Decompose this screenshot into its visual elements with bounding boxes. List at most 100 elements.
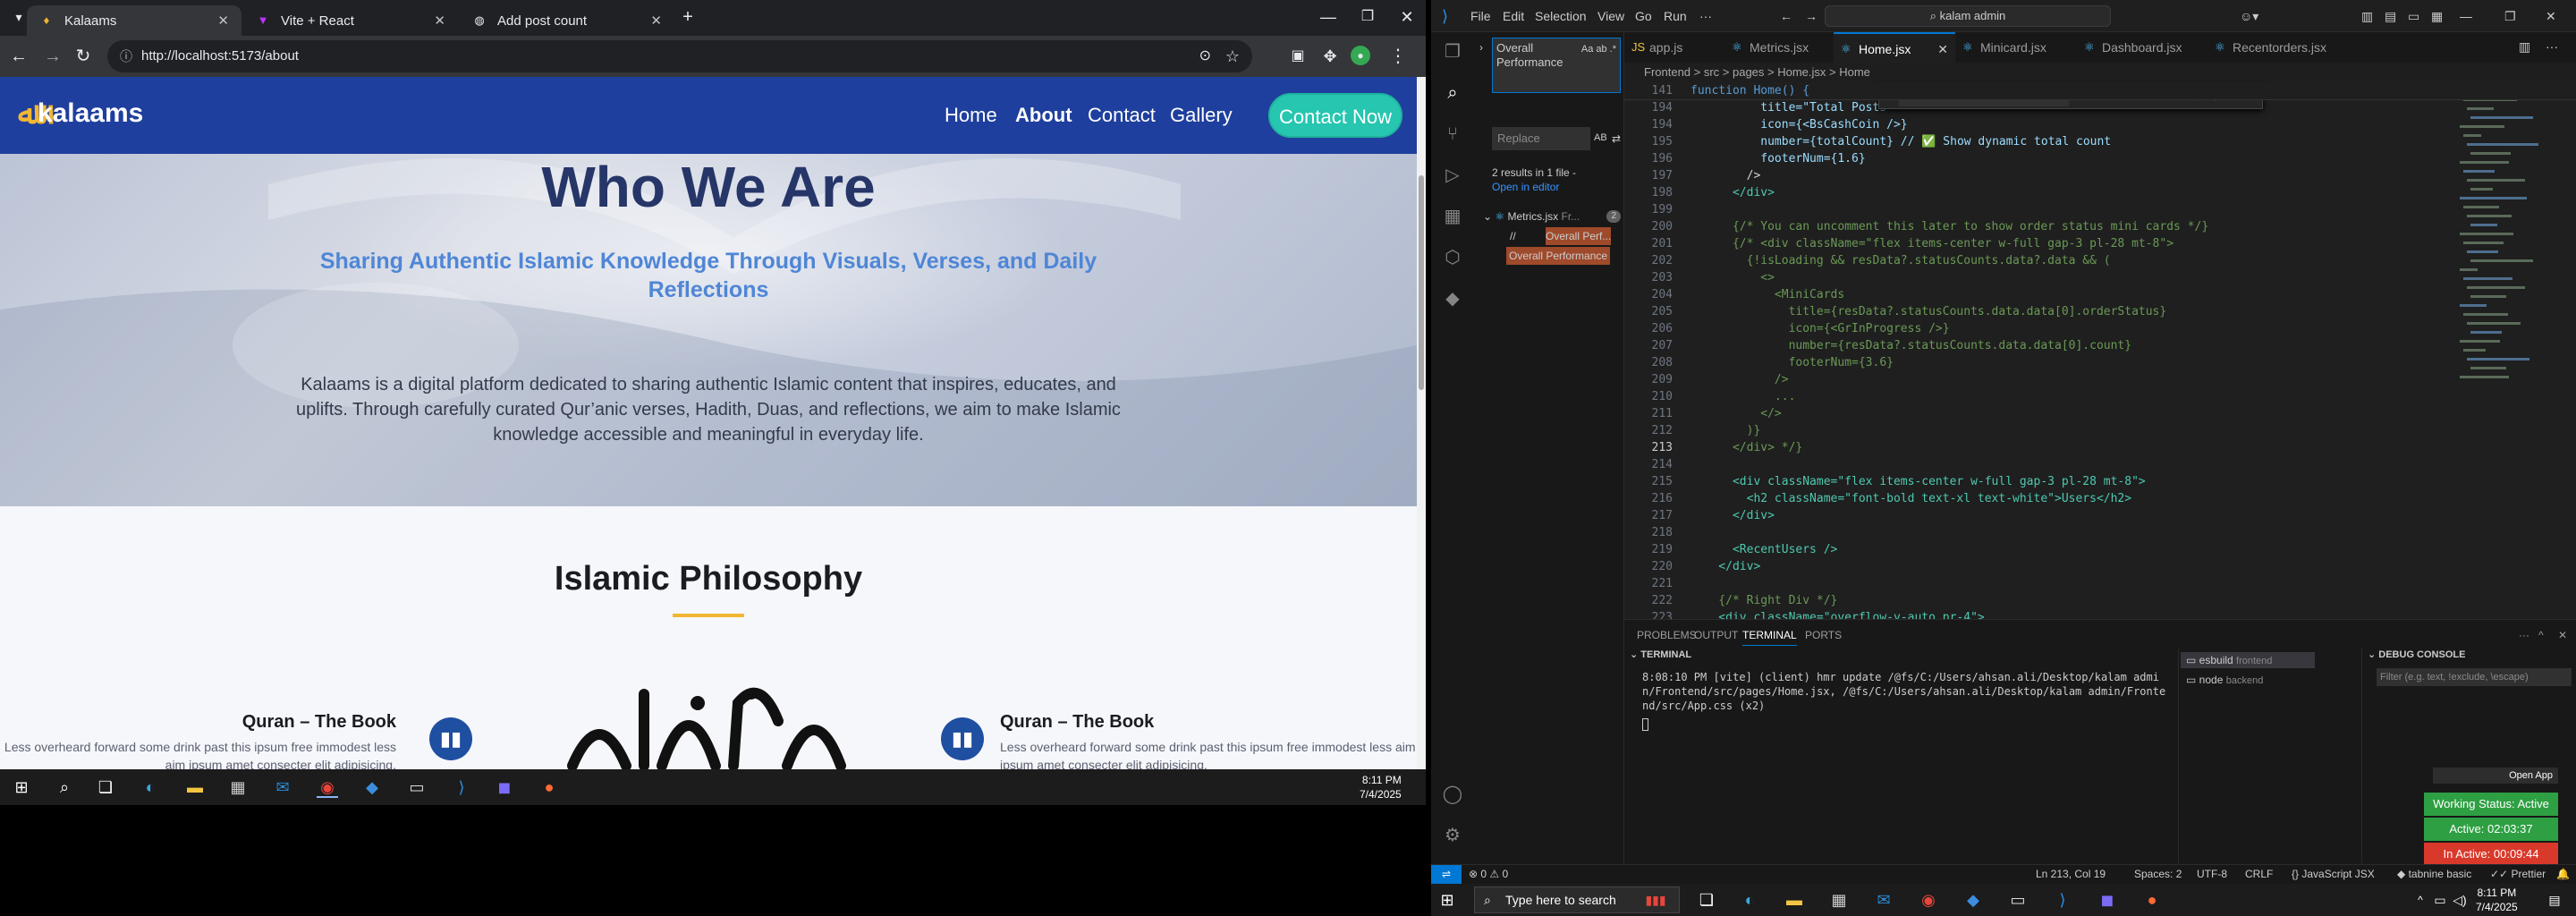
location-icon[interactable]: ⊙ — [1199, 40, 1211, 72]
restore-icon[interactable]: ❐ — [2504, 9, 2516, 24]
nav-forward-icon[interactable]: → — [1805, 9, 1818, 23]
language-mode[interactable]: {} JavaScript JSX — [2292, 865, 2375, 884]
layout-toggle-icon[interactable]: ▥ — [2361, 9, 2373, 24]
zoom-icon[interactable]: ◼ — [494, 776, 515, 798]
vscode-icon[interactable]: ⟩ — [451, 776, 472, 798]
task-view-icon[interactable]: ❏ — [1696, 889, 1717, 911]
split-editor-icon[interactable]: ▥ — [2519, 39, 2530, 55]
more-actions-icon[interactable]: ··· — [2546, 39, 2558, 54]
search-icon[interactable]: ⌕ — [54, 776, 75, 798]
secondary-sidebar-icon[interactable]: ▦ — [2431, 9, 2443, 24]
task-view-icon[interactable]: ❏ — [95, 776, 116, 798]
notification-center-icon[interactable]: ▤ — [2544, 889, 2565, 911]
profile-avatar-icon[interactable]: ● — [1351, 46, 1370, 65]
problems-indicator[interactable]: ⊗ 0 ⚠ 0 — [1469, 865, 1508, 884]
explorer-icon[interactable]: ❐ — [1442, 41, 1463, 63]
forward-icon[interactable]: → — [41, 45, 64, 68]
menu-file[interactable]: File — [1470, 9, 1491, 23]
search-icon[interactable]: ⌕ — [1442, 82, 1463, 104]
maximize-panel-icon[interactable]: ^ — [2538, 629, 2544, 641]
search-input[interactable]: Overall Performance Aa ab .* — [1492, 38, 1621, 93]
close-window-icon[interactable]: ✕ — [2546, 9, 2556, 24]
file-explorer-icon[interactable]: ▬ — [1784, 889, 1805, 911]
open-in-editor-link[interactable]: Open in editor — [1492, 181, 1559, 193]
edge-icon[interactable]: ◐ — [140, 776, 161, 798]
mail-icon[interactable]: ✉ — [1873, 889, 1894, 911]
back-icon[interactable]: ← — [7, 45, 30, 68]
zoom-icon[interactable]: ◼ — [2097, 889, 2118, 911]
tabnine-icon[interactable]: ◆ — [1442, 288, 1463, 310]
extensions-puzzle-icon[interactable]: ✥ — [1318, 45, 1342, 68]
close-tab-icon[interactable]: ✕ — [650, 13, 662, 29]
taskbar-clock[interactable]: 8:11 PM 7/4/2025 — [2476, 886, 2518, 914]
scrollbar-thumb[interactable] — [1419, 175, 1424, 390]
close-tab-icon[interactable]: ✕ — [1937, 34, 1948, 64]
minimize-icon[interactable]: — — [2460, 9, 2472, 23]
cursor-position[interactable]: Ln 213, Col 19 — [2036, 865, 2106, 884]
tab-home-jsx[interactable]: ⚛ Home.jsx ✕ — [1834, 32, 1955, 63]
tab-vite[interactable]: ▼ Vite + React ✕ — [243, 5, 458, 36]
tab-kalaams[interactable]: ♦ Kalaams ✕ — [27, 5, 242, 36]
file-explorer-icon[interactable]: ▬ — [184, 776, 206, 798]
accounts-icon[interactable]: ◯ — [1442, 784, 1463, 805]
preserve-case-toggle[interactable]: AB — [1594, 132, 1607, 143]
extensions-icon[interactable]: ▦ — [1442, 206, 1463, 227]
notifications-bell-icon[interactable]: 🔔 — [2556, 865, 2570, 884]
terminal-icon[interactable]: ▭ — [2007, 889, 2029, 911]
panel-tab-problems[interactable]: PROBLEMS — [1637, 629, 1697, 641]
sticky-scroll[interactable]: 141 function Home() { — [1624, 82, 2576, 100]
new-tab-icon[interactable]: + — [676, 5, 699, 29]
panel-toggle-icon[interactable]: ▭ — [2408, 9, 2419, 24]
nav-contact[interactable]: Contact — [1088, 104, 1156, 127]
open-app-button[interactable]: Open App — [2433, 768, 2558, 784]
settings-gear-icon[interactable]: ⚙ — [1442, 825, 1463, 846]
tab-add-post-count[interactable]: ◍ Add post count ✕ — [460, 5, 674, 36]
indentation[interactable]: Spaces: 2 — [2134, 865, 2182, 884]
site-info-icon[interactable]: ⓘ — [120, 40, 132, 72]
chrome-menu-icon[interactable]: ⋮ — [1386, 45, 1410, 68]
tab-minicard-jsx[interactable]: ⚛ Minicard.jsx — [1955, 32, 2077, 63]
nav-home[interactable]: Home — [945, 104, 997, 127]
panel-tab-ports[interactable]: PORTS — [1805, 629, 1842, 641]
terminal-pane[interactable]: ⌄ TERMINAL 8:08:10 PM [vite] (client) hm… — [1624, 649, 2179, 863]
search-match-row[interactable]: // Overall Perf... — [1510, 227, 1623, 245]
extension-icon[interactable]: ▣ — [1286, 45, 1309, 68]
sidebar-toggle-icon[interactable]: ▤ — [2385, 9, 2396, 24]
line-ending[interactable]: CRLF — [2245, 865, 2273, 884]
network-icon[interactable]: ▭ — [2429, 889, 2451, 911]
windows-start-icon[interactable]: ⊞ — [1436, 889, 1458, 911]
reload-icon[interactable]: ↻ — [72, 45, 95, 68]
search-match-row[interactable]: Overall Performance — [1506, 247, 1611, 265]
remote-explorer-icon[interactable]: ⬡ — [1442, 247, 1463, 268]
address-bar[interactable]: ⓘ http://localhost:5173/about ⊙ ☆ — [107, 40, 1252, 72]
nav-gallery[interactable]: Gallery — [1170, 104, 1233, 127]
postman-icon[interactable]: ● — [2141, 889, 2163, 911]
tab-metrics-jsx[interactable]: ⚛ Metrics.jsx — [1724, 32, 1834, 63]
minimize-icon[interactable]: — — [1317, 5, 1340, 29]
tray-chevron-icon[interactable]: ^ — [2410, 889, 2431, 911]
remote-indicator-icon[interactable]: ⇌ — [1431, 865, 1462, 884]
mail-icon[interactable]: ✉ — [272, 776, 293, 798]
nav-back-icon[interactable]: ← — [1780, 9, 1792, 23]
close-tab-icon[interactable]: ✕ — [217, 13, 229, 29]
breadcrumb[interactable]: Frontend > src > pages > Home.jsx > Home — [1624, 63, 2576, 82]
vscode-icon[interactable]: ⟩ — [2052, 889, 2073, 911]
match-case-icon[interactable]: Aa ab .* — [1581, 42, 1616, 56]
bookmark-star-icon[interactable]: ☆ — [1225, 40, 1240, 72]
site-logo[interactable]: ﷲ kalaams — [18, 95, 143, 131]
code-editor[interactable]: 141 function Home() { 194 title="Total P… — [1624, 82, 2576, 619]
tabnine-status[interactable]: ◆ tabnine basic — [2397, 865, 2471, 884]
nav-about[interactable]: About — [1015, 104, 1072, 127]
volume-icon[interactable]: ◁) — [2449, 889, 2470, 911]
panel-more-icon[interactable]: ··· — [2519, 629, 2529, 641]
taskbar-clock[interactable]: 8:11 PM 7/4/2025 — [1360, 773, 1402, 802]
command-center-search[interactable]: ⌕ kalam admin — [1825, 5, 2111, 27]
result-file-row[interactable]: ⌄ ⚛ Metrics.jsx Fr... 2 — [1483, 208, 1623, 225]
run-debug-icon[interactable]: ▷ — [1442, 165, 1463, 186]
prettier-status[interactable]: ✓✓ Prettier — [2490, 865, 2546, 884]
close-window-icon[interactable]: ✕ — [1395, 5, 1419, 29]
store-icon[interactable]: ▦ — [1828, 889, 1850, 911]
tab-search-icon[interactable]: ▾ — [7, 5, 30, 29]
app-icon[interactable]: ◆ — [361, 776, 383, 798]
terminal-icon[interactable]: ▭ — [406, 776, 428, 798]
